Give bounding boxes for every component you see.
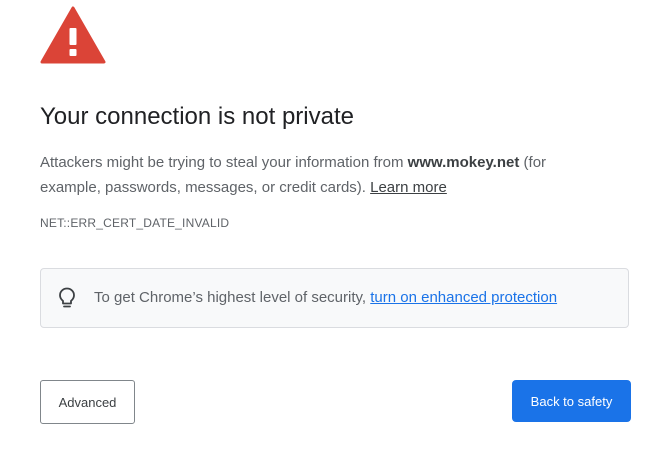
callout-message: To get Chrome’s highest level of securit… <box>94 289 371 306</box>
interstitial-page: Your connection is not private Attackers… <box>0 0 650 457</box>
page-title: Your connection is not private <box>40 103 354 130</box>
back-to-safety-button[interactable]: Back to safety <box>512 380 631 422</box>
warning-triangle-icon <box>40 6 106 64</box>
lightbulb-icon <box>59 287 75 308</box>
warning-description: Attackers might be trying to steal your … <box>40 150 610 200</box>
error-code: NET::ERR_CERT_DATE_INVALID <box>40 216 230 230</box>
learn-more-link[interactable]: Learn more <box>370 179 447 196</box>
host-name: www.mokey.net <box>407 154 520 171</box>
enhanced-protection-callout: To get Chrome’s highest level of securit… <box>40 268 629 328</box>
callout-text: To get Chrome’s highest level of securit… <box>94 289 557 306</box>
enhanced-protection-link[interactable]: turn on enhanced protection <box>370 289 557 306</box>
advanced-button[interactable]: Advanced <box>40 380 135 424</box>
description-text: Attackers might be trying to steal your … <box>40 154 408 171</box>
